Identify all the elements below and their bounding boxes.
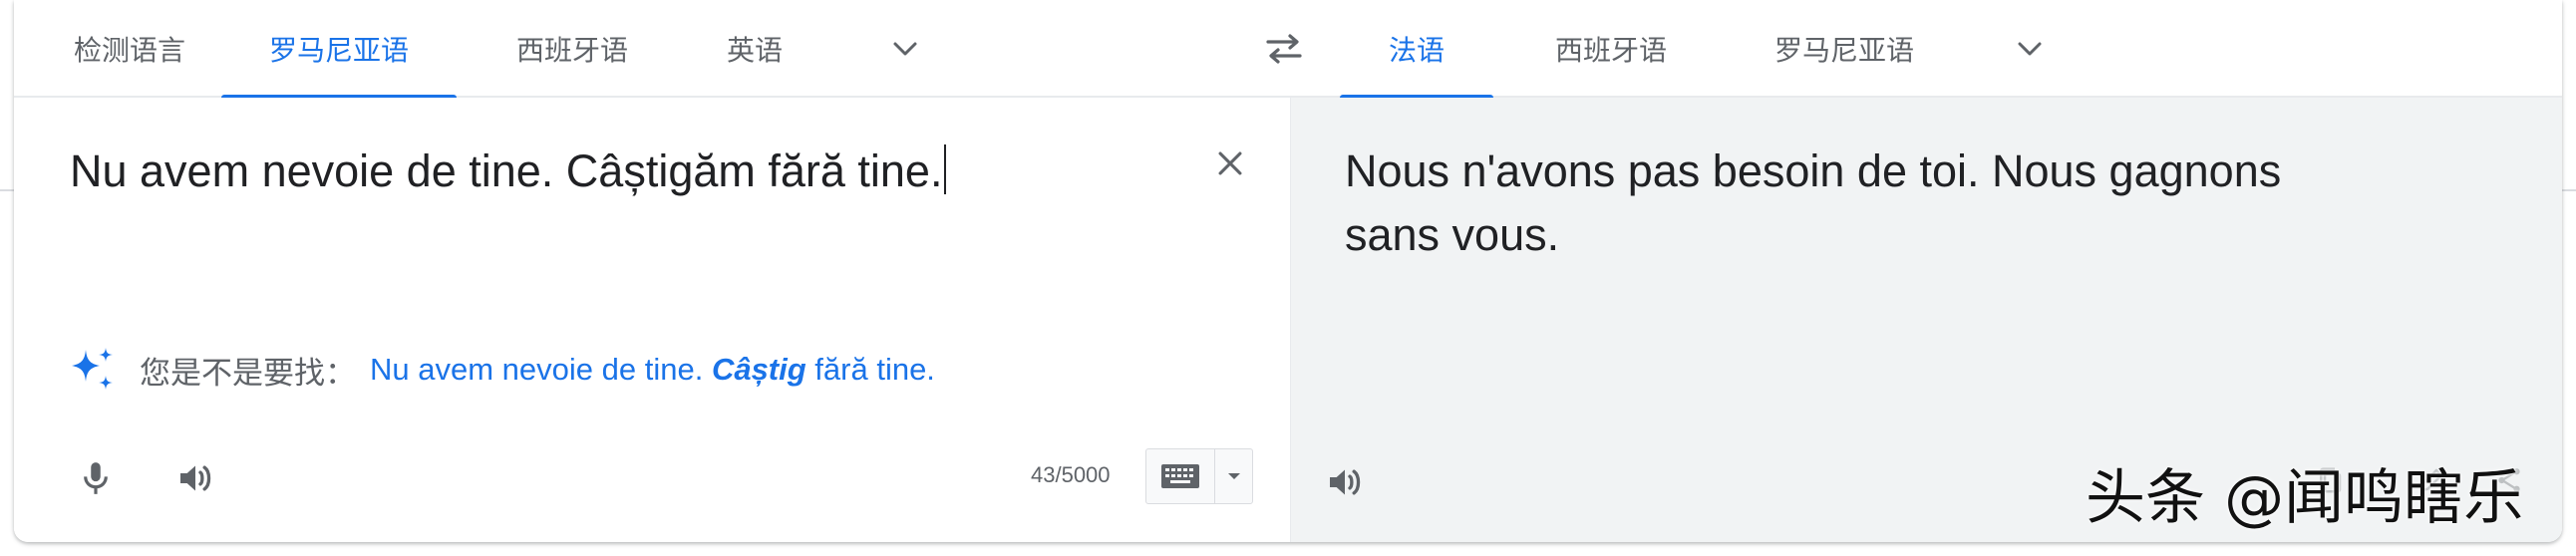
translation-pane: Nous n'avons pas besoin de toi. Nous gag… <box>1290 98 2562 542</box>
tab-label: 西班牙语 <box>515 35 628 66</box>
caret-down-icon <box>1227 473 1240 479</box>
keyboard-icon <box>1161 464 1199 488</box>
suggestion-text-after: fără tine. <box>805 352 935 387</box>
copy-icon <box>2320 467 2342 493</box>
translator-card: 检测语言 罗马尼亚语 西班牙语 英语 法语 西班牙语 罗马尼亚语 Nu avem… <box>14 0 2562 542</box>
translation-line-2: sans vous. <box>1345 209 1560 260</box>
tab-source-romanian[interactable]: 罗马尼亚语 <box>221 0 457 100</box>
suggested-correction-link[interactable]: Nu avem nevoie de tine. Câștig fără tine… <box>370 352 935 388</box>
listen-source-button[interactable] <box>165 448 225 508</box>
tab-label: 罗马尼亚语 <box>268 35 409 66</box>
input-tools-dropdown[interactable] <box>1215 449 1252 503</box>
tab-label: 法语 <box>1388 35 1445 66</box>
translation-output: Nous n'avons pas besoin de toi. Nous gag… <box>1345 139 2441 267</box>
share-translation-button[interactable] <box>2483 454 2535 506</box>
swap-languages-button[interactable] <box>1256 25 1312 73</box>
source-text-input[interactable]: Nu avem nevoie de tine. Câștigăm fără ti… <box>70 139 1166 203</box>
share-icon <box>2498 468 2520 492</box>
text-cursor <box>944 144 947 194</box>
translation-line-1: Nous n'avons pas besoin de toi. Nous gag… <box>1345 145 2282 196</box>
suggestion-text-before: Nu avem nevoie de tine. <box>370 352 712 387</box>
tab-source-detect-language[interactable]: 检测语言 <box>30 0 229 98</box>
did-you-mean-label: 您是不是要找： <box>140 355 356 391</box>
swap-arrows-icon <box>1266 34 1302 64</box>
tab-label: 英语 <box>726 35 783 66</box>
tab-target-spanish[interactable]: 西班牙语 <box>1501 0 1721 98</box>
source-pane: Nu avem nevoie de tine. Câștigăm fără ti… <box>14 98 1290 542</box>
page-divider-right <box>2560 189 2576 191</box>
clear-source-button[interactable] <box>1202 136 1258 191</box>
source-language-more-button[interactable] <box>881 25 929 73</box>
tab-target-romanian[interactable]: 罗马尼亚语 <box>1721 0 1968 98</box>
input-tools-button[interactable] <box>1145 448 1253 504</box>
speaker-icon <box>180 465 211 491</box>
chevron-down-icon <box>893 42 917 56</box>
source-text: Nu avem nevoie de tine. Câștigăm fără ti… <box>70 145 943 196</box>
copy-translation-button[interactable] <box>2304 454 2356 506</box>
did-you-mean-row: 您是不是要找： Nu avem nevoie de tine. Câștig f… <box>66 345 935 395</box>
sparkle-icon <box>72 348 113 390</box>
pencil-icon <box>2419 468 2443 492</box>
tab-label: 检测语言 <box>73 35 185 66</box>
tab-label: 西班牙语 <box>1554 35 1667 66</box>
listen-translation-button[interactable] <box>1315 452 1375 512</box>
tab-label: 罗马尼亚语 <box>1773 35 1914 66</box>
tab-target-french[interactable]: 法语 <box>1340 0 1493 100</box>
target-language-more-button[interactable] <box>2006 25 2054 73</box>
close-icon <box>1218 151 1242 175</box>
translate-page: 检测语言 罗马尼亚语 西班牙语 英语 法语 西班牙语 罗马尼亚语 Nu avem… <box>0 0 2576 556</box>
microphone-icon <box>84 462 108 494</box>
chevron-down-icon <box>2018 42 2042 56</box>
tab-source-english[interactable]: 英语 <box>680 0 829 98</box>
voice-input-button[interactable] <box>66 448 126 508</box>
speaker-icon <box>1330 469 1361 495</box>
edit-translation-button[interactable] <box>2406 454 2457 506</box>
character-count: 43/5000 <box>1031 462 1111 487</box>
tab-source-spanish[interactable]: 西班牙语 <box>463 0 682 98</box>
keyboard-toggle[interactable] <box>1146 449 1215 503</box>
language-bar: 检测语言 罗马尼亚语 西班牙语 英语 法语 西班牙语 罗马尼亚语 <box>14 0 2562 100</box>
suggestion-text-emphasis: Câștig <box>711 352 806 387</box>
